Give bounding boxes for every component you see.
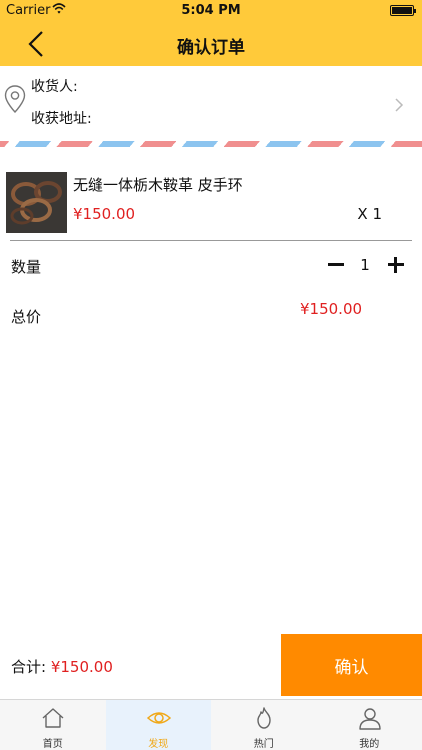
sum-value: ¥150.00 [50,658,113,676]
status-time: 5:04 PM [181,3,241,18]
total-price-value: ¥150.00 [300,300,363,318]
confirm-button[interactable]: 确认 [281,634,422,696]
battery-icon [390,5,416,16]
user-icon [358,708,381,730]
quantity-value: 1 [360,256,370,274]
product-price: ¥150.00 [73,205,136,223]
tab-me-label: 我的 [359,739,380,750]
eye-icon [146,712,171,724]
tab-home[interactable]: 首页 [0,700,106,750]
address-label: 收获地址: [31,111,92,127]
product-item: 无缝一体栃木鞍革 皮手环 ¥150.00 X 1 [0,170,422,234]
tab-popular-label: 热门 [253,739,274,750]
flame-icon [257,707,271,729]
product-image [6,172,67,233]
airmail-stripe-divider [0,141,422,147]
tab-home-label: 首页 [42,739,63,750]
product-name: 无缝一体栃木鞍革 皮手环 [73,176,243,194]
tab-popular[interactable]: 热门 [211,700,317,750]
tab-discover-label: 发现 [148,739,169,750]
section-divider [10,240,412,241]
decrease-quantity-button[interactable] [326,252,346,276]
address-section[interactable]: 收货人: 收获地址: [0,66,422,142]
increase-quantity-button[interactable] [386,252,406,276]
tab-bar: 首页 发现 热门 我的 [0,699,422,750]
chevron-right-icon [395,98,404,112]
home-icon [42,708,64,728]
total-price-row: 总价 ¥150.00 [0,300,422,330]
tab-discover[interactable]: 发现 [105,700,211,750]
nav-bar: 确认订单 [0,22,422,66]
quantity-row: 数量 1 [0,250,422,280]
checkout-bar: 合计: ¥150.00 确认 [0,634,422,696]
location-pin-icon [4,85,26,113]
receiver-label: 收货人: [31,79,78,95]
product-quantity: X 1 [357,205,382,223]
sum-label-text: 合计: [11,658,51,676]
quantity-label: 数量 [11,258,42,276]
status-bar: Carrier 5:04 PM [0,0,422,22]
sum-label: 合计: ¥150.00 [11,656,113,677]
tab-me[interactable]: 我的 [317,700,422,750]
page-title: 确认订单 [177,38,245,58]
total-price-label: 总价 [11,308,42,326]
